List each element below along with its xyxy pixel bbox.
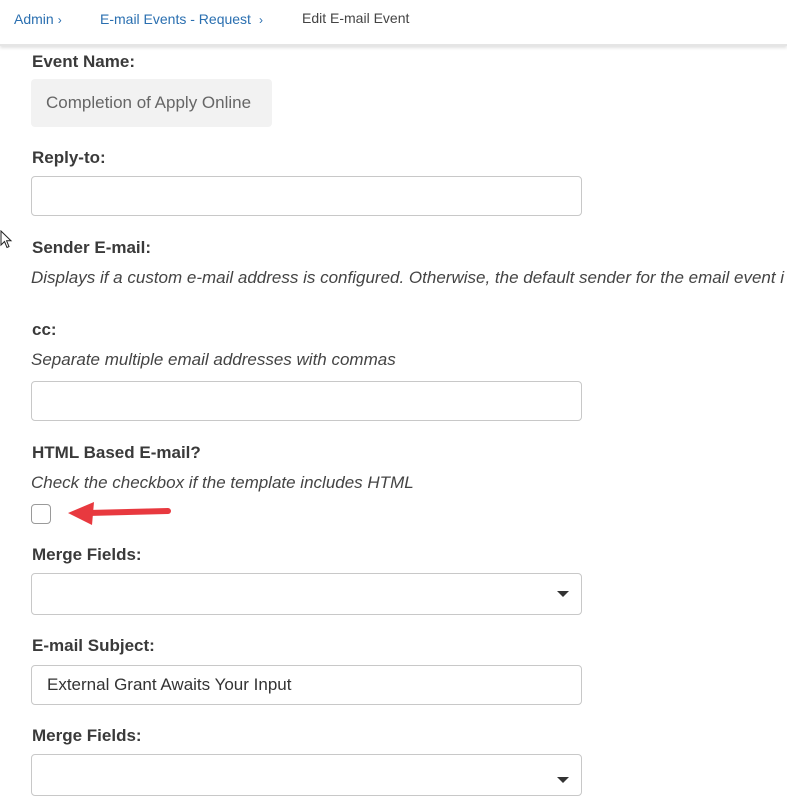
event-name-value: Completion of Apply Online [31,79,272,127]
html-based-help: Check the checkbox if the template inclu… [31,473,414,492]
breadcrumb-email-events-link[interactable]: E-mail Events - Request › [100,11,263,27]
html-based-label: HTML Based E-mail? [32,443,201,462]
red-arrow-annotation-icon [68,502,171,525]
merge-fields-select[interactable] [31,573,582,615]
breadcrumb-separator: › [258,13,263,27]
cc-help: Separate multiple email addresses with c… [31,350,396,369]
reply-to-label: Reply-to: [32,148,106,167]
mouse-cursor-icon [0,230,13,249]
cc-label: cc: [32,320,57,339]
breadcrumb-separator: › [57,13,62,27]
breadcrumb-admin-link[interactable]: Admin › [14,11,62,27]
breadcrumb-current: Edit E-mail Event [302,10,410,26]
cc-input[interactable] [31,381,582,421]
html-based-checkbox[interactable] [31,504,51,524]
merge-fields-label: Merge Fields: [32,726,142,745]
chevron-down-icon [557,777,569,783]
sender-email-label: Sender E-mail: [32,238,152,257]
chevron-down-icon [557,591,569,597]
event-name-label: Event Name: [32,52,135,71]
email-subject-input[interactable]: External Grant Awaits Your Input [31,665,582,705]
merge-fields-label: Merge Fields: [32,545,142,564]
reply-to-input[interactable] [31,176,582,216]
breadcrumb: Admin › E-mail Events - Request › Edit E-m… [0,0,787,46]
merge-fields-select[interactable] [31,754,582,796]
sender-email-help: Displays if a custom e-mail address is c… [31,268,785,287]
email-subject-label: E-mail Subject: [32,636,155,655]
